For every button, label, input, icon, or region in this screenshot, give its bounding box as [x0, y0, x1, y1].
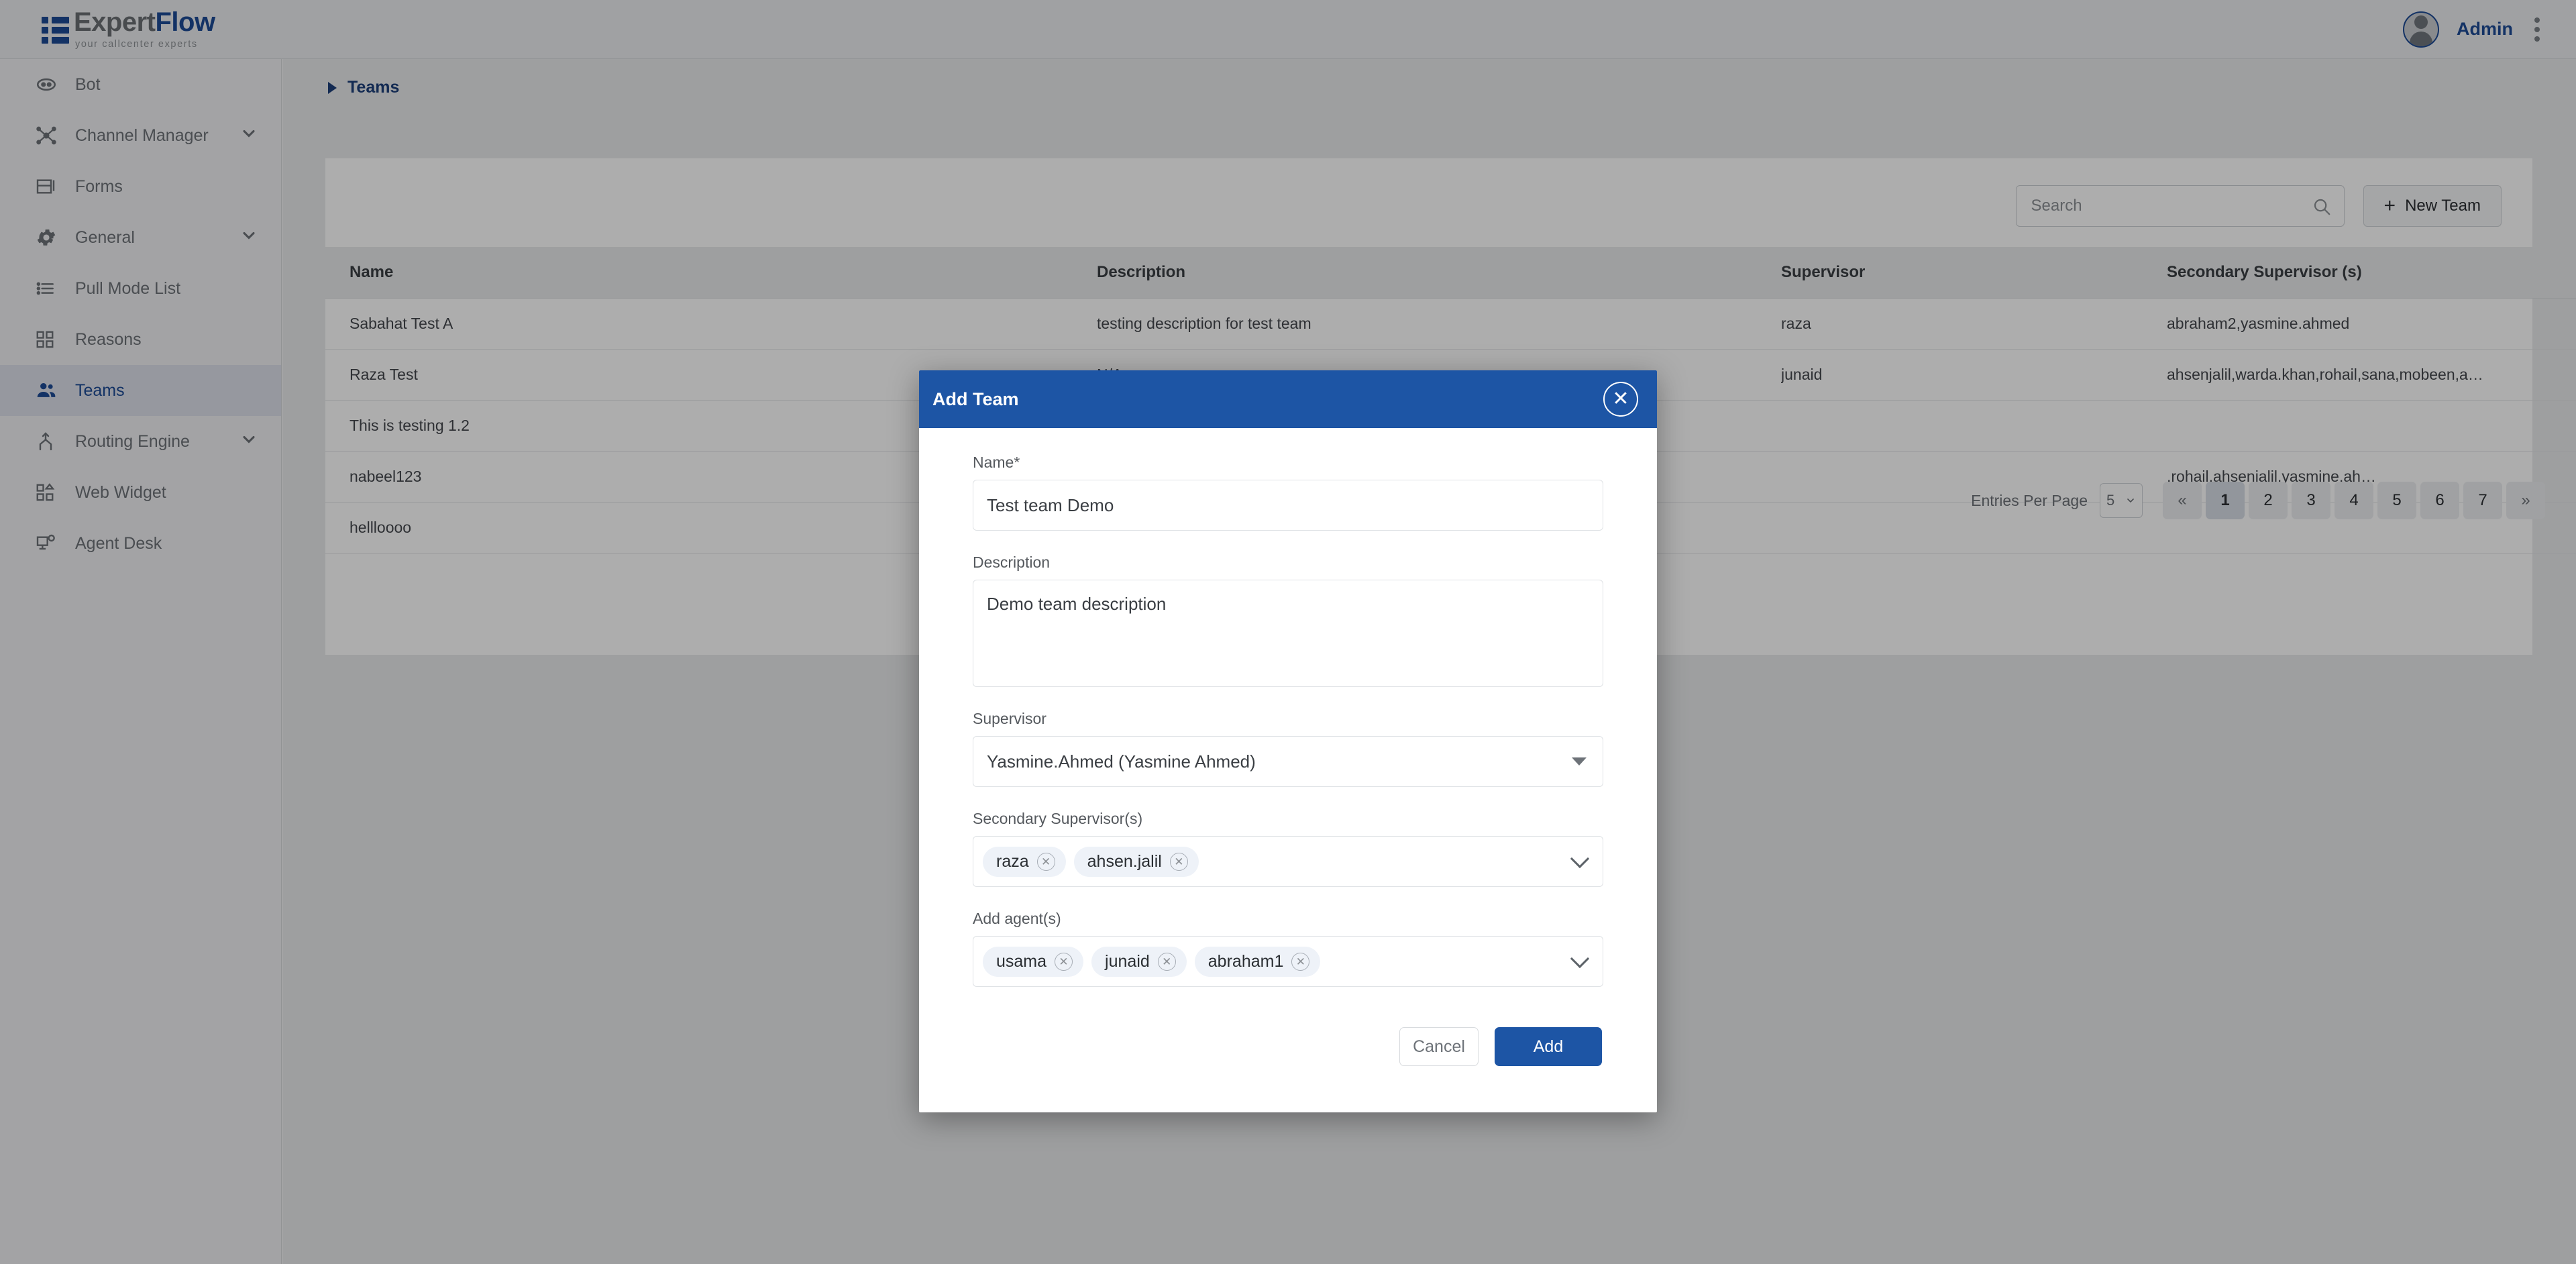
chip-label: raza: [996, 852, 1029, 872]
field-secondary-supervisors: Secondary Supervisor(s) raza ✕ ahsen.jal…: [973, 810, 1603, 887]
chip[interactable]: junaid ✕: [1091, 947, 1187, 977]
chevron-down-icon[interactable]: [1570, 849, 1589, 868]
modal-body: Name* Test team Demo Description Demo te…: [919, 428, 1657, 987]
supervisor-label: Supervisor: [973, 710, 1603, 728]
name-input[interactable]: Test team Demo: [973, 480, 1603, 531]
name-input-value: Test team Demo: [987, 495, 1114, 516]
chip-remove-icon[interactable]: ✕: [1055, 953, 1073, 971]
agents-chips: usama ✕ junaid ✕ abraham1 ✕: [983, 947, 1573, 977]
description-label: Description: [973, 554, 1603, 572]
add-button[interactable]: Add: [1495, 1027, 1602, 1066]
name-label: Name*: [973, 454, 1603, 472]
chip[interactable]: ahsen.jalil ✕: [1074, 847, 1199, 877]
modal-header: Add Team ✕: [919, 370, 1657, 428]
chip[interactable]: abraham1 ✕: [1195, 947, 1321, 977]
chip[interactable]: usama ✕: [983, 947, 1083, 977]
add-team-modal: Add Team ✕ Name* Test team Demo Descript…: [919, 370, 1657, 1112]
field-description: Description Demo team description: [973, 554, 1603, 687]
chevron-down-icon[interactable]: [1570, 949, 1589, 968]
field-name: Name* Test team Demo: [973, 454, 1603, 531]
secondary-supervisors-chips: raza ✕ ahsen.jalil ✕: [983, 847, 1573, 877]
chip-label: junaid: [1105, 952, 1150, 971]
chip-remove-icon[interactable]: ✕: [1170, 853, 1188, 871]
chip-label: usama: [996, 952, 1046, 971]
description-value: Demo team description: [987, 594, 1166, 614]
agents-label: Add agent(s): [973, 910, 1603, 928]
cancel-button[interactable]: Cancel: [1399, 1027, 1479, 1066]
close-x-icon[interactable]: ✕: [1603, 382, 1638, 417]
field-agents: Add agent(s) usama ✕ junaid ✕ abraham1: [973, 910, 1603, 987]
supervisor-select[interactable]: Yasmine.Ahmed (Yasmine Ahmed): [973, 736, 1603, 787]
agents-multiselect[interactable]: usama ✕ junaid ✕ abraham1 ✕: [973, 936, 1603, 987]
secondary-supervisors-label: Secondary Supervisor(s): [973, 810, 1603, 828]
caret-down-icon: [1572, 757, 1587, 766]
modal-title: Add Team: [932, 389, 1019, 410]
chip-remove-icon[interactable]: ✕: [1037, 853, 1055, 871]
chip-remove-icon[interactable]: ✕: [1291, 953, 1309, 971]
chip-remove-icon[interactable]: ✕: [1158, 953, 1176, 971]
supervisor-value: Yasmine.Ahmed (Yasmine Ahmed): [987, 751, 1256, 772]
modal-footer: Cancel Add: [919, 1010, 1657, 1066]
secondary-supervisors-multiselect[interactable]: raza ✕ ahsen.jalil ✕: [973, 836, 1603, 887]
chip[interactable]: raza ✕: [983, 847, 1066, 877]
field-supervisor: Supervisor Yasmine.Ahmed (Yasmine Ahmed): [973, 710, 1603, 787]
description-textarea[interactable]: Demo team description: [973, 580, 1603, 687]
chip-label: abraham1: [1208, 952, 1284, 971]
chip-label: ahsen.jalil: [1087, 852, 1162, 872]
